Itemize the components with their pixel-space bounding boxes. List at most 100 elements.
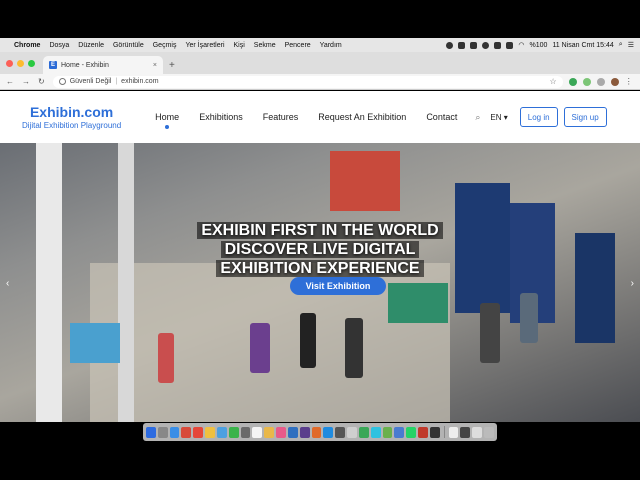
more-menu-icon[interactable]: ⋮ (625, 77, 633, 86)
wifi-icon[interactable]: ◠ (518, 41, 524, 49)
site-logo[interactable]: Exhibin.com Dijital Exhibition Playgroun… (22, 104, 121, 130)
bookmark-star-icon[interactable]: ☆ (550, 77, 557, 86)
hero-photo-person (520, 293, 538, 343)
menu-help[interactable]: Yardım (320, 42, 342, 49)
tray-app-icon[interactable] (458, 41, 466, 49)
skype-icon[interactable] (394, 426, 405, 438)
search-icon[interactable]: ⌕ (619, 41, 623, 49)
chrome-icon[interactable] (205, 426, 215, 438)
notes-icon[interactable] (264, 426, 275, 438)
app-icon[interactable] (228, 426, 239, 438)
search-icon[interactable]: ⌕ (475, 112, 480, 123)
hero-line-1: EXHIBIN FIRST IN THE WORLD (197, 222, 443, 239)
app-icon[interactable] (181, 426, 192, 438)
appstore-icon[interactable] (323, 426, 334, 438)
hero-photo-person (480, 303, 500, 363)
tray-app-icon[interactable] (506, 41, 514, 49)
nav-exhibitions[interactable]: Exhibitions (199, 112, 243, 122)
menu-app[interactable]: Chrome (14, 42, 40, 49)
datetime[interactable]: 11 Nisan Cmt 15:44 (552, 42, 613, 49)
calendar-icon[interactable] (252, 426, 263, 438)
signup-button[interactable]: Sign up (563, 107, 607, 127)
info-icon[interactable] (58, 78, 66, 85)
main-nav: Home Exhibitions Features Request An Exh… (155, 112, 457, 122)
reload-icon[interactable]: ↻ (38, 77, 45, 86)
cloud-icon[interactable] (494, 41, 502, 49)
login-button[interactable]: Log in (519, 107, 558, 127)
extension-icon[interactable] (596, 77, 605, 86)
forward-icon[interactable]: → (22, 77, 30, 86)
back-icon[interactable]: ← (6, 77, 14, 86)
menu-view[interactable]: Görüntüle (113, 42, 144, 49)
folder-icon[interactable] (460, 426, 471, 438)
carousel-next-icon[interactable]: › (631, 278, 634, 289)
app-icon[interactable] (240, 426, 251, 438)
evernote-icon[interactable] (358, 426, 369, 438)
app-icon[interactable] (299, 426, 310, 438)
app-icon[interactable] (216, 426, 227, 438)
visit-exhibition-button[interactable]: Visit Exhibition (290, 277, 386, 295)
downloads-icon[interactable] (472, 426, 483, 438)
new-tab-icon[interactable]: + (169, 56, 175, 74)
tray-app-icon[interactable] (446, 41, 454, 49)
app-icon[interactable] (276, 426, 286, 438)
menu-edit[interactable]: Düzenle (78, 42, 104, 49)
menu-window[interactable]: Pencere (285, 42, 311, 49)
whatsapp-icon[interactable] (406, 426, 417, 438)
menu-file[interactable]: Dosya (49, 42, 69, 49)
language-select[interactable]: EN ▾ (490, 113, 507, 122)
minimize-window-button[interactable] (17, 59, 24, 67)
nav-features[interactable]: Features (263, 112, 299, 122)
app-icon[interactable] (382, 426, 393, 438)
address-bar[interactable]: Güvenli Değil | exhibin.com ☆ (52, 75, 563, 88)
tray-app-icon[interactable] (470, 41, 478, 49)
close-window-button[interactable] (6, 59, 13, 67)
document-icon[interactable] (448, 426, 459, 438)
safari-icon[interactable] (169, 426, 180, 438)
app-icon[interactable] (311, 426, 322, 438)
app-icon[interactable] (193, 426, 204, 438)
address-separator: | (115, 78, 118, 85)
finder-icon[interactable] (146, 426, 156, 438)
logo-name: Exhibin.com (29, 104, 114, 120)
menu-people[interactable]: Kişi (234, 42, 245, 49)
menu-history[interactable]: Geçmiş (153, 42, 177, 49)
hero-photo-person (300, 313, 316, 368)
profile-avatar[interactable] (610, 77, 619, 86)
menu-tab[interactable]: Sekme (254, 42, 276, 49)
carousel-prev-icon[interactable]: ‹ (6, 278, 9, 289)
extension-icon[interactable] (582, 77, 591, 86)
url-text: exhibin.com (121, 78, 159, 85)
web-page: Exhibin.com Dijital Exhibition Playgroun… (0, 91, 640, 422)
nav-home[interactable]: Home (155, 112, 179, 122)
hero-photo-table (70, 323, 120, 363)
tab-title: Home - Exhibin (61, 61, 109, 69)
trash-icon[interactable] (484, 426, 494, 438)
status-tray: ◠ %100 11 Nisan Cmt 15:44 ⌕ ☰ (446, 41, 634, 49)
menu-list-icon[interactable]: ☰ (628, 41, 634, 49)
dock-divider (443, 426, 445, 438)
tray-app-icon[interactable] (482, 41, 490, 49)
browser-tab[interactable]: E Home - Exhibin × (43, 56, 163, 74)
menu-bookmarks[interactable]: Yer İşaretleri (185, 42, 224, 49)
browser-toolbar: ← → ↻ Güvenli Değil | exhibin.com ☆ ⋮ (0, 74, 640, 90)
app-icon[interactable] (287, 426, 298, 438)
settings-icon[interactable] (335, 426, 346, 438)
nav-contact[interactable]: Contact (426, 112, 457, 122)
app-icon[interactable] (347, 426, 357, 438)
app-icon[interactable] (370, 426, 381, 438)
app-icon[interactable] (429, 426, 440, 438)
nav-request-exhibition[interactable]: Request An Exhibition (318, 112, 406, 122)
macos-dock (143, 423, 497, 441)
evernote-extension-icon[interactable] (568, 77, 577, 86)
hero-photo-booth (330, 151, 400, 211)
hero-photo-person (345, 318, 363, 378)
macos-menubar: Chrome Dosya Düzenle Görüntüle Geçmiş Ye… (0, 38, 640, 52)
battery-level[interactable]: %100 (530, 42, 548, 49)
launchpad-icon[interactable] (157, 426, 168, 438)
browser-tabbar: E Home - Exhibin × + (0, 52, 640, 74)
security-status: Güvenli Değil (69, 78, 112, 85)
close-tab-icon[interactable]: × (153, 62, 157, 69)
app-icon[interactable] (418, 426, 428, 438)
maximize-window-button[interactable] (28, 59, 35, 67)
